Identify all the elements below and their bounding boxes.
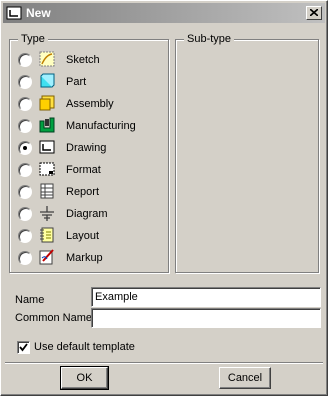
close-button[interactable] [306, 6, 322, 20]
drawing-label: Drawing [66, 142, 107, 154]
type-option-report[interactable]: Report [18, 182, 163, 202]
part-label: Part [66, 76, 87, 88]
type-group: Type Sketch Part Assembly Manufacturing … [9, 32, 169, 273]
layout-icon [40, 227, 54, 243]
sketch-radio[interactable] [18, 53, 32, 67]
drawing-icon [39, 140, 55, 154]
report-icon [40, 183, 54, 199]
assembly-label: Assembly [66, 98, 114, 110]
button-separator [5, 362, 323, 364]
type-option-part[interactable]: Part [18, 72, 163, 92]
assembly-radio[interactable] [18, 97, 32, 111]
layout-label: Layout [66, 230, 100, 242]
report-radio[interactable] [18, 185, 32, 199]
checkmark-icon [19, 343, 28, 352]
sketch-label: Sketch [66, 54, 100, 66]
drawing-radio[interactable] [18, 141, 32, 155]
type-option-drawing[interactable]: Drawing [18, 138, 163, 158]
subtype-group-label: Sub-type [184, 32, 235, 46]
type-option-format[interactable]: Format [18, 160, 163, 180]
type-option-manufacturing[interactable]: Manufacturing [18, 116, 163, 136]
name-input[interactable] [91, 287, 321, 307]
report-label: Report [66, 186, 100, 198]
type-option-assembly[interactable]: Assembly [18, 94, 163, 114]
type-option-diagram[interactable]: Diagram [18, 204, 163, 224]
app-icon [6, 6, 22, 20]
common-name-input[interactable] [91, 308, 321, 328]
part-radio[interactable] [18, 75, 32, 89]
manufacturing-icon [39, 117, 55, 133]
diagram-radio[interactable] [18, 207, 32, 221]
new-dialog: New Type Sketch Part Assembly Manufactur [0, 0, 328, 396]
manufacturing-radio[interactable] [18, 119, 32, 133]
name-label: Name [15, 294, 45, 306]
format-label: Format [66, 164, 101, 176]
sketch-icon [39, 51, 55, 67]
diagram-label: Diagram [66, 208, 108, 220]
use-default-template-checkbox[interactable] [17, 341, 30, 354]
layout-radio[interactable] [18, 229, 32, 243]
markup-label: Markup [66, 252, 103, 264]
part-icon [40, 73, 55, 88]
diagram-icon [40, 206, 54, 221]
markup-icon [39, 249, 54, 265]
title-bar[interactable]: New [3, 3, 325, 23]
type-option-sketch[interactable]: Sketch [18, 50, 163, 70]
subtype-group: Sub-type [175, 32, 319, 273]
manufacturing-label: Manufacturing [66, 120, 136, 132]
assembly-icon [39, 95, 55, 111]
type-group-label: Type [18, 32, 48, 46]
format-icon [39, 162, 55, 176]
common-name-label: Common Name [15, 312, 93, 324]
markup-radio[interactable] [18, 251, 32, 265]
type-option-layout[interactable]: Layout [18, 226, 163, 246]
type-option-markup[interactable]: Markup [18, 248, 163, 268]
cancel-button[interactable]: Cancel [219, 367, 271, 389]
ok-button[interactable]: OK [60, 366, 109, 390]
window-title: New [26, 6, 51, 20]
format-radio[interactable] [18, 163, 32, 177]
use-default-template-label[interactable]: Use default template [34, 340, 135, 354]
close-icon [310, 9, 318, 16]
